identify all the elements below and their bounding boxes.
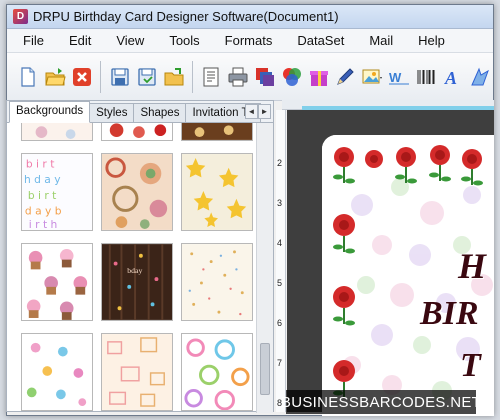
svg-text:bday: bday [127, 266, 142, 275]
toolbar-separator [100, 60, 102, 93]
svg-text:h d a y: h d a y [24, 173, 61, 186]
save-icon [111, 67, 129, 86]
menu-dataset[interactable]: DataSet [297, 33, 344, 48]
menu-bar: File Edit View Tools Formats DataSet Mai… [7, 29, 493, 53]
new-document-button[interactable] [16, 62, 41, 92]
window-title: DRPU Birthday Card Designer Software(Doc… [33, 9, 339, 24]
printer-icon [228, 67, 248, 86]
background-thumbnail-stars[interactable] [181, 153, 253, 231]
barcode-icon [417, 69, 435, 84]
tab-shapes[interactable]: Shapes [133, 103, 187, 122]
close-button[interactable] [70, 62, 95, 92]
image-button[interactable] [360, 62, 385, 92]
properties-button[interactable] [199, 62, 224, 92]
text-icon: A [444, 68, 457, 88]
menu-help[interactable]: Help [418, 33, 445, 48]
background-thumbnail-grid: b i r t h d a y b i r t d a y b i r t h [7, 123, 257, 413]
menu-formats[interactable]: Formats [225, 33, 273, 48]
svg-text:A: A [444, 68, 457, 88]
color-button[interactable] [279, 62, 304, 92]
new-document-icon [21, 66, 36, 87]
card-heading-line1[interactable]: H [458, 245, 486, 287]
title-bar: D DRPU Birthday Card Designer Software(D… [7, 5, 493, 29]
color-circles-icon [282, 67, 301, 86]
thumbnail-scrollbar[interactable] [256, 123, 273, 413]
ruler-mark: 2 [277, 158, 283, 168]
open-template-button[interactable] [161, 62, 186, 92]
menu-tools[interactable]: Tools [169, 33, 199, 48]
shape-button[interactable] [467, 62, 492, 92]
menu-edit[interactable]: Edit [69, 33, 91, 48]
tab-scroll-left-button[interactable]: ◄ [245, 104, 258, 119]
card-heading-line2[interactable]: BIR [420, 295, 479, 333]
app-logo-icon: D [13, 9, 28, 24]
save-as-button[interactable] [134, 62, 159, 92]
gift-button[interactable] [306, 62, 331, 92]
card-heading-line3[interactable]: T [460, 347, 481, 385]
menu-view[interactable]: View [116, 33, 144, 48]
toolbar-separator [191, 60, 193, 93]
gift-icon [309, 70, 328, 86]
open-folder-icon [45, 67, 66, 85]
horizontal-ruler [282, 100, 494, 110]
background-thumbnail[interactable] [101, 123, 173, 141]
background-thumbnail-paisley[interactable] [101, 153, 173, 231]
svg-text:b i r t: b i r t [26, 158, 55, 171]
background-thumbnail[interactable] [181, 123, 253, 141]
ruler-mark: 4 [277, 238, 283, 248]
panel-tabs: Backgrounds Styles Shapes Invitation Te … [7, 101, 273, 123]
print-button[interactable] [226, 62, 251, 92]
image-icon [362, 69, 383, 83]
background-thumbnail-circles[interactable] [181, 333, 253, 411]
svg-text:i r t h: i r t h [29, 218, 58, 231]
layers-button[interactable] [253, 62, 278, 92]
tab-styles[interactable]: Styles [89, 103, 135, 122]
shape-icon [470, 67, 489, 85]
ruler-mark: 7 [277, 358, 283, 368]
barcode-button[interactable] [414, 62, 439, 92]
background-thumbnail-gifts[interactable] [101, 333, 173, 411]
text-button[interactable]: A [440, 62, 465, 92]
tab-scroll-right-button[interactable]: ► [258, 104, 271, 119]
wordart-button[interactable]: W [387, 62, 412, 92]
birthday-card[interactable]: H BIR T [322, 135, 494, 416]
wordart-icon: W [389, 70, 410, 85]
backgrounds-panel: Backgrounds Styles Shapes Invitation Te … [6, 100, 274, 413]
svg-text:W: W [389, 70, 402, 85]
background-thumbnail-dark-lines[interactable]: bday [101, 243, 173, 321]
ruler-mark: 5 [277, 278, 283, 288]
save-button[interactable] [107, 62, 132, 92]
vertical-ruler: 2 3 4 5 6 7 8 [276, 110, 286, 412]
menu-file[interactable]: File [23, 33, 44, 48]
background-thumbnail-confetti[interactable] [181, 243, 253, 321]
close-icon [73, 67, 92, 86]
watermark-banner: BUSINESSBARCODES.NET [281, 390, 481, 414]
layers-icon [255, 67, 274, 86]
pen-icon [337, 67, 355, 85]
svg-text:b i r t: b i r t [28, 189, 57, 202]
svg-text:d a y b: d a y b [25, 204, 62, 217]
toolbar: W A [7, 53, 493, 101]
save-as-icon [138, 67, 156, 86]
folder-template-icon [164, 67, 183, 85]
pen-button[interactable] [333, 62, 358, 92]
ruler-mark: 3 [277, 198, 283, 208]
tab-backgrounds[interactable]: Backgrounds [9, 101, 91, 123]
open-folder-button[interactable] [43, 62, 68, 92]
background-thumbnail[interactable] [21, 123, 93, 141]
background-thumbnail-letters[interactable]: b i r t h d a y b i r t d a y b i r t h [21, 153, 93, 231]
menu-mail[interactable]: Mail [369, 33, 393, 48]
properties-icon [203, 67, 219, 86]
scrollbar-thumb[interactable] [260, 343, 270, 395]
background-thumbnail-birds[interactable] [21, 333, 93, 411]
background-thumbnail-cupcakes[interactable] [21, 243, 93, 321]
tab-scroll-arrows: ◄ ► [245, 104, 271, 119]
ruler-mark: 6 [277, 318, 283, 328]
